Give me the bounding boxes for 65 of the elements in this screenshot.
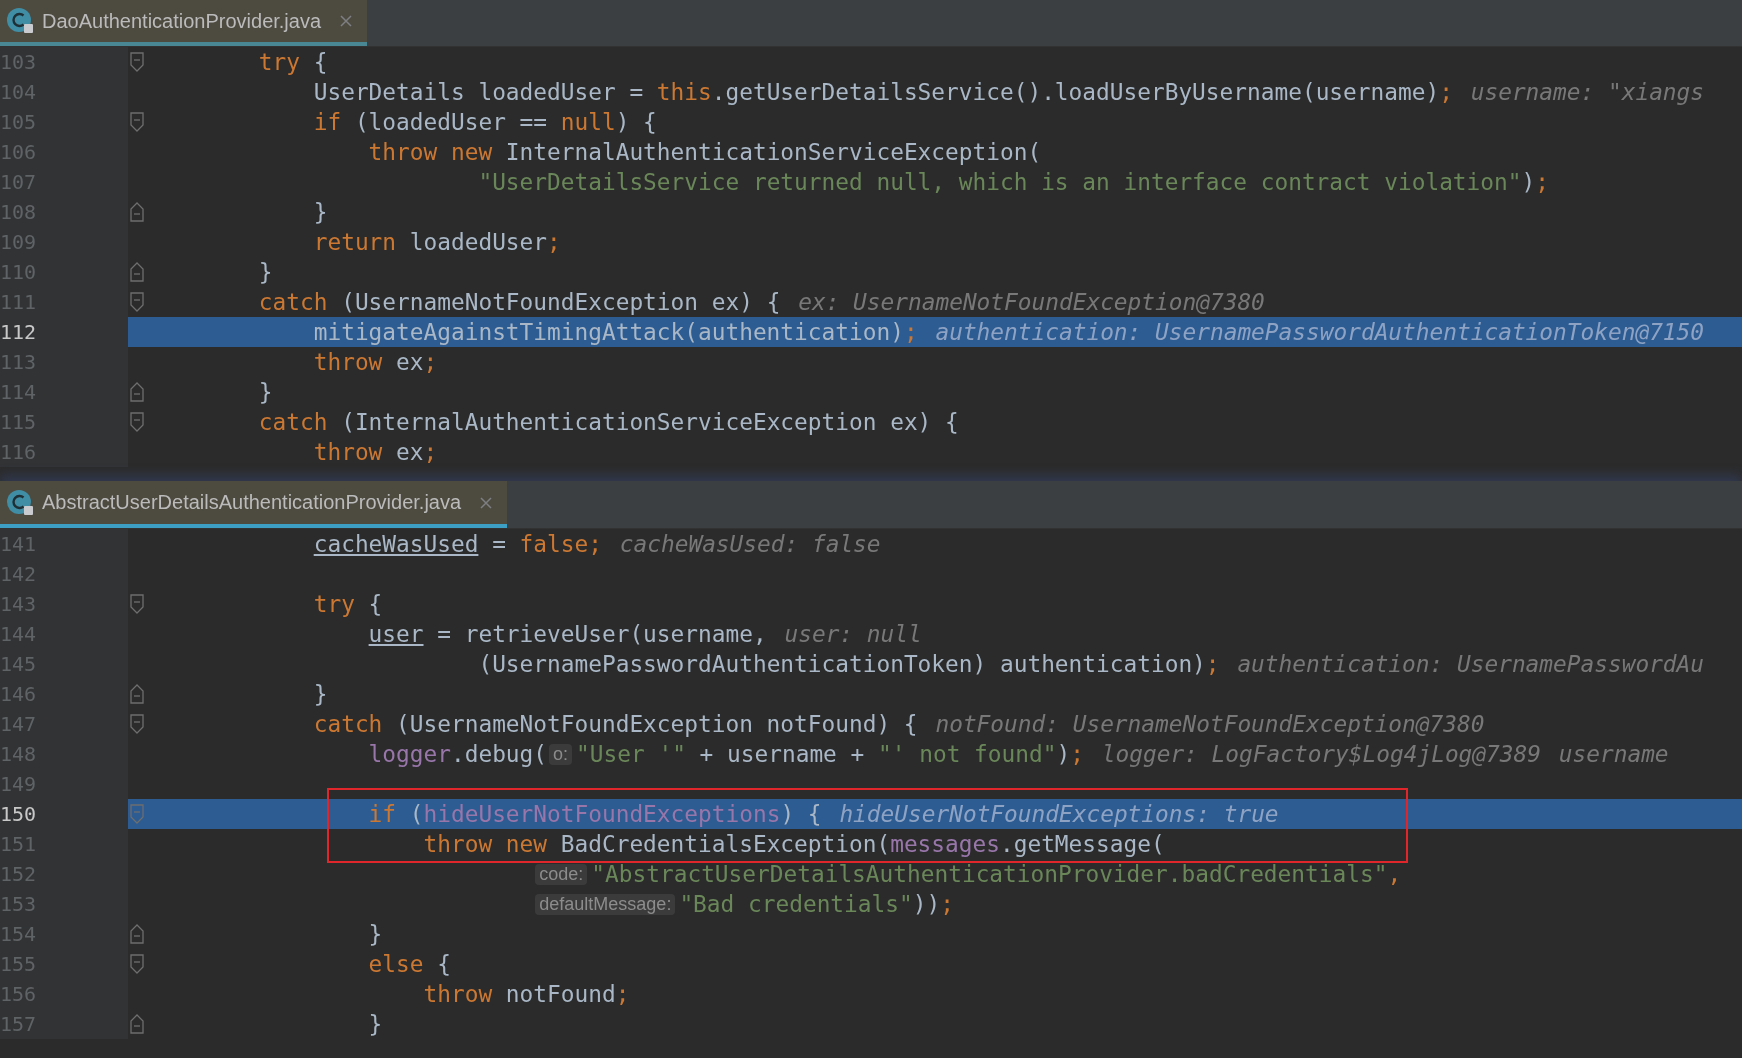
fold-marker-icon[interactable]	[130, 1014, 144, 1034]
file-tab[interactable]: AbstractUserDetailsAuthenticationProvider.java	[0, 481, 508, 528]
fold-marker-icon[interactable]	[130, 292, 144, 312]
code-text: return loadedUser;	[313, 229, 561, 255]
code-text: cacheWasUsed = false;	[313, 531, 602, 557]
code-text: throw ex;	[313, 439, 438, 465]
fold-marker-icon[interactable]	[130, 112, 144, 132]
fold-marker-icon[interactable]	[130, 714, 144, 734]
code-text: catch (UsernameNotFoundException ex) {	[258, 289, 781, 315]
code-text: UserDetails loadedUser = this.getUserDetailsService().loadUserByUsername(username);	[313, 79, 1453, 105]
code-text: "UserDetailsService returned null, which is an interface contract violation");	[478, 169, 1549, 195]
fold-marker-icon[interactable]	[130, 382, 144, 402]
inline-debug-value: hideUserNotFoundExceptions: true	[839, 801, 1279, 827]
inline-debug-value: logger: LogFactory$Log4jLog@7389	[1101, 741, 1541, 767]
fold-marker-icon[interactable]	[130, 52, 144, 72]
inline-debug-value: username	[1558, 741, 1669, 767]
code-text: }	[313, 199, 328, 225]
code-text: throw ex;	[313, 349, 438, 375]
code-text: }	[258, 259, 273, 285]
fold-marker-icon[interactable]	[130, 924, 144, 944]
code-text: throw new BadCredentialsException(messages.getMessage(	[423, 831, 1165, 857]
fold-marker-icon[interactable]	[130, 412, 144, 432]
code-text: mitigateAgainstTimingAttack(authentication);	[313, 319, 918, 345]
code-text: user = retrieveUser(username,	[368, 621, 767, 647]
java-class-icon	[6, 7, 34, 35]
code-text: "User '" + username + "' not found");	[576, 741, 1084, 767]
code-text: try {	[258, 49, 328, 75]
code-text: catch (InternalAuthenticationServiceException ex) {	[258, 409, 959, 435]
inline-debug-value: notFound: UsernameNotFoundException@7380	[935, 711, 1485, 737]
code-text: logger.debug(	[368, 741, 548, 767]
parameter-hint: code:	[535, 863, 588, 885]
code-text: if (loadedUser == null) {	[313, 109, 657, 135]
inline-debug-value: cacheWasUsed: false	[619, 531, 881, 557]
code-text: (UsernamePasswordAuthenticationToken) authentication);	[478, 651, 1220, 677]
code-text: }	[258, 379, 273, 405]
close-icon[interactable]	[479, 495, 494, 510]
inline-debug-value: user: null	[784, 621, 922, 647]
code-text: "Bad credentials"));	[679, 891, 954, 917]
code-text: if (hideUserNotFoundExceptions) {	[368, 801, 822, 827]
inline-debug-value: ex: UsernameNotFoundException@7380	[798, 289, 1265, 315]
code-text: try {	[313, 591, 383, 617]
code-text: "AbstractUserDetailsAuthenticationProvider.badCredentials",	[591, 861, 1402, 887]
file-tab[interactable]: DaoAuthenticationProvider.java	[0, 0, 368, 46]
inline-debug-value: username: "xiangs	[1470, 79, 1705, 105]
code-text: }	[368, 1011, 383, 1037]
parameter-hint: o:	[549, 743, 573, 765]
code-text: }	[368, 921, 383, 947]
inline-debug-value: authentication: UsernamePasswordAu	[1237, 651, 1705, 677]
code-text: throw new InternalAuthenticationServiceException(	[368, 139, 1042, 165]
code-text: else {	[368, 951, 451, 977]
java-class-icon	[6, 488, 34, 517]
fold-marker-icon[interactable]	[130, 804, 144, 824]
fold-marker-icon[interactable]	[130, 202, 144, 222]
line-number: 150	[0, 802, 38, 826]
close-icon[interactable]	[339, 14, 354, 28]
fold-marker-icon[interactable]	[130, 262, 144, 282]
code-text: }	[313, 681, 328, 707]
fold-marker-icon[interactable]	[130, 594, 144, 614]
fold-marker-icon[interactable]	[130, 684, 144, 704]
inline-debug-value: authentication: UsernamePasswordAuthenticationToken@7150	[935, 319, 1705, 345]
fold-marker-icon[interactable]	[130, 954, 144, 974]
parameter-hint: defaultMessage:	[535, 893, 676, 915]
code-text: catch (UsernameNotFoundException notFound) {	[313, 711, 918, 737]
code-text: throw notFound;	[423, 981, 630, 1007]
line-number: 112	[0, 320, 38, 344]
